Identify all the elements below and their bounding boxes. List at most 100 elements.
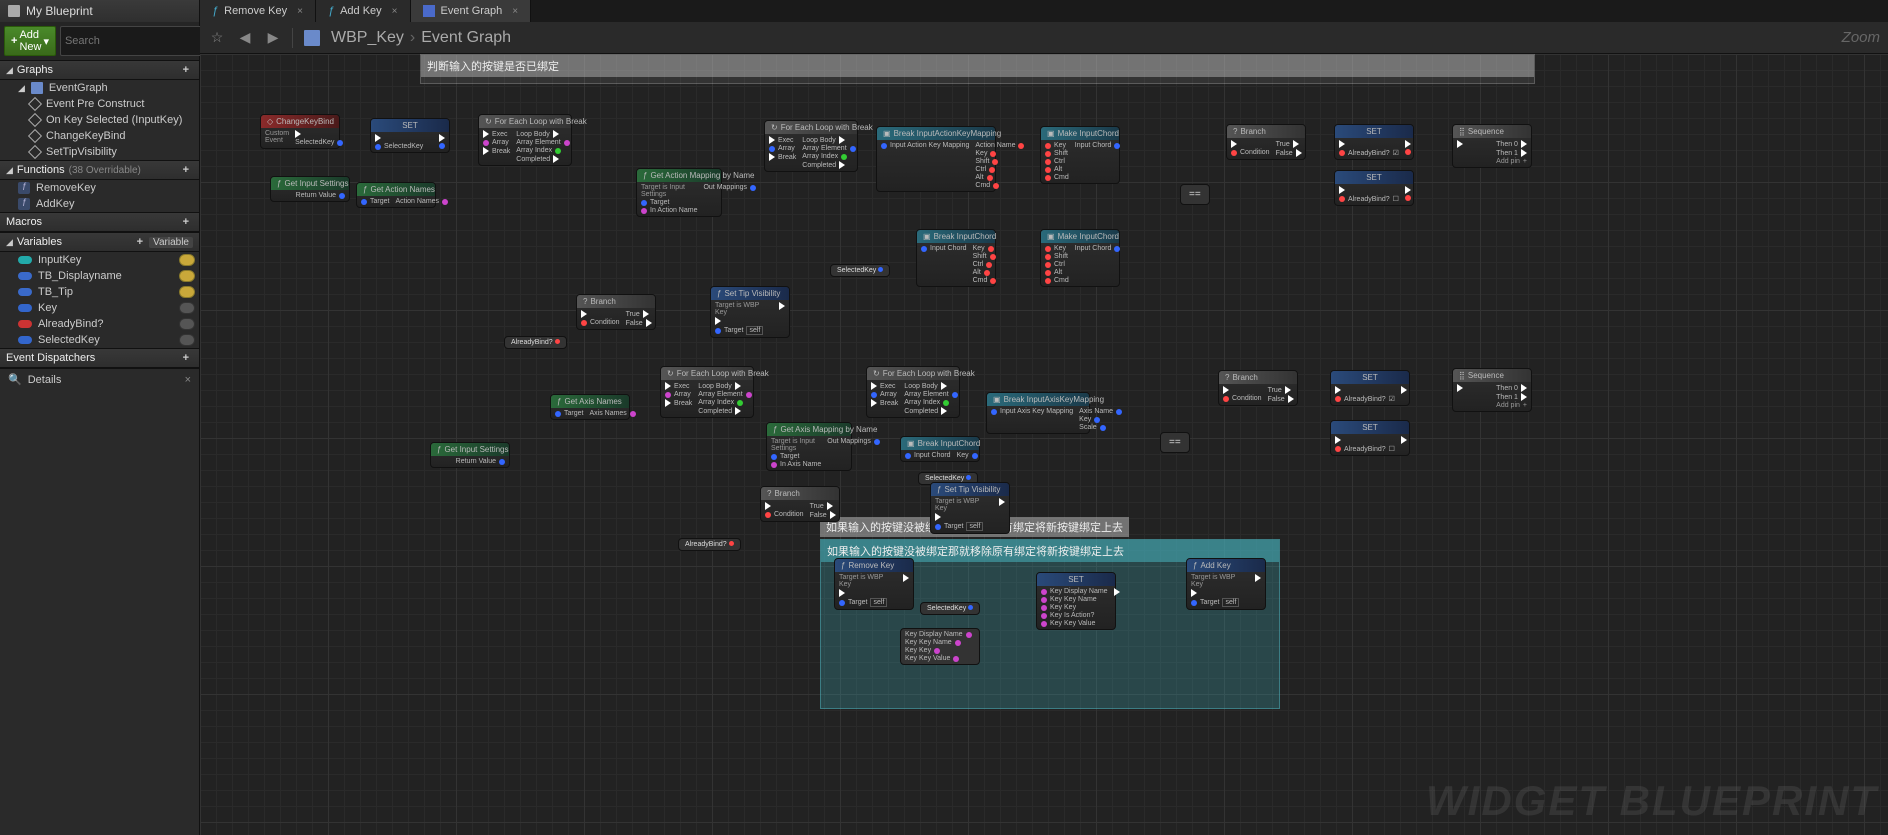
node-set-selectedkey[interactable]: SET SelectedKey xyxy=(370,118,450,153)
breadcrumb-parent[interactable]: WBP_Key xyxy=(331,29,404,47)
close-icon[interactable]: × xyxy=(297,6,303,17)
node-get-input-settings-2[interactable]: ƒGet Input Settings Return Value xyxy=(430,442,510,468)
add-new-row: + Add New ▾ 🔍 👁▾ xyxy=(0,22,199,60)
variables-section-header[interactable]: ◢Variables + Variable xyxy=(0,232,199,252)
node-set-alreadybind-2[interactable]: SET AlreadyBind?☐ xyxy=(1334,170,1414,206)
graph-event-label: Event Pre Construct xyxy=(46,98,144,110)
node-set-alreadybind-3[interactable]: SET AlreadyBind?☑ xyxy=(1330,370,1410,406)
dispatchers-section-header[interactable]: Event Dispatchers + xyxy=(0,348,199,368)
variable-item[interactable]: InputKey xyxy=(0,252,199,268)
add-new-button[interactable]: + Add New ▾ xyxy=(4,26,56,56)
node-branch-3[interactable]: ?Branch Condition TrueFalse xyxy=(760,486,840,522)
visibility-toggle-icon[interactable] xyxy=(179,318,195,330)
graphs-section-header[interactable]: ◢Graphs + xyxy=(0,60,199,80)
node-get-action-mapping[interactable]: ƒGet Action Mapping by Name Target is In… xyxy=(636,168,722,217)
add-variable-plus-button[interactable]: + xyxy=(133,236,147,248)
node-selectedkey-getter-3[interactable]: SelectedKey xyxy=(920,602,980,615)
graph-canvas[interactable]: 判断输入的按键是否已绑定 如果输入的按键没被绑定那就移除原有绑定将新按键绑定上去… xyxy=(200,54,1888,835)
graph-event-item[interactable]: Event Pre Construct xyxy=(0,96,199,112)
node-break-iaxkm[interactable]: ▣Break InputAxisKeyMapping Input Axis Ke… xyxy=(986,392,1090,434)
macros-section-header[interactable]: Macros + xyxy=(0,212,199,232)
functions-section-header[interactable]: ◢Functions (38 Overridable) + xyxy=(0,160,199,180)
function-item[interactable]: f RemoveKey xyxy=(0,180,199,196)
close-icon[interactable]: × xyxy=(185,374,191,386)
breadcrumb-current: Event Graph xyxy=(421,29,511,47)
node-alreadybind-getter-2[interactable]: AlreadyBind? xyxy=(678,538,741,551)
variable-item[interactable]: TB_Displayname xyxy=(0,268,199,284)
function-icon: f xyxy=(18,198,30,210)
visibility-toggle-icon[interactable] xyxy=(179,270,195,282)
node-equal-1[interactable]: == xyxy=(1180,184,1210,205)
visibility-toggle-icon[interactable] xyxy=(179,302,195,314)
node-make-inputchord-2[interactable]: ▣Make InputChord KeyShiftCtrlAltCmdInput… xyxy=(1040,229,1120,287)
node-sequence-2[interactable]: ⣿Sequence Then 0 Then 1 Add pin+ xyxy=(1452,368,1532,412)
comment-1-title[interactable]: 判断输入的按键是否已绑定 xyxy=(421,55,1534,77)
node-make-inputchord-1[interactable]: ▣Make InputChord KeyShiftCtrlAltCmd Inpu… xyxy=(1040,126,1120,184)
node-sequence-1[interactable]: ⣿Sequence Then 0 Then 1 Add pin+ xyxy=(1452,124,1532,168)
graph-tab[interactable]: ƒRemove Key × xyxy=(200,0,316,22)
node-foreach-4[interactable]: ↻For Each Loop with Break Exec Array Bre… xyxy=(866,366,960,418)
node-remove-key[interactable]: ƒRemove Key Target is WBP KeyTarget self xyxy=(834,558,914,610)
node-add-key[interactable]: ƒAdd Key Target is WBP KeyTarget self xyxy=(1186,558,1266,610)
add-macro-button[interactable]: + xyxy=(179,216,193,228)
event-icon xyxy=(28,113,42,127)
node-equal-2[interactable]: == xyxy=(1160,432,1190,453)
graph-tab[interactable]: Event Graph × xyxy=(411,0,532,22)
variable-item[interactable]: TB_Tip xyxy=(0,284,199,300)
node-get-action-names[interactable]: ƒGet Action Names Target Action Names xyxy=(356,182,436,208)
node-branch-1[interactable]: ?Branch Condition TrueFalse xyxy=(576,294,656,330)
collapse-icon: ◢ xyxy=(6,65,13,76)
visibility-toggle-icon[interactable] xyxy=(179,286,195,298)
favorite-icon[interactable]: ☆ xyxy=(208,29,226,47)
graph-tab[interactable]: ƒAdd Key × xyxy=(316,0,411,22)
node-alreadybind-getter-1[interactable]: AlreadyBind? xyxy=(504,336,567,349)
function-label: RemoveKey xyxy=(36,182,96,194)
node-settipvisibility-1[interactable]: ƒSet Tip Visibility Target is WBP KeyTar… xyxy=(710,286,790,338)
node-settipvisibility-2[interactable]: ƒSet Tip Visibility Target is WBP KeyTar… xyxy=(930,482,1010,534)
node-get-axis-mapping[interactable]: ƒGet Axis Mapping by Name Target is Inpu… xyxy=(766,422,852,471)
add-graph-button[interactable]: + xyxy=(179,64,193,76)
variable-label: AlreadyBind? xyxy=(38,318,103,330)
visibility-toggle-icon[interactable] xyxy=(179,334,195,346)
event-icon xyxy=(28,129,42,143)
graph-home-icon[interactable] xyxy=(303,29,321,47)
node-branch-2[interactable]: ?Branch Condition TrueFalse xyxy=(1226,124,1306,160)
add-variable-button[interactable]: Variable xyxy=(149,237,193,248)
visibility-toggle-icon[interactable] xyxy=(179,254,195,266)
graph-event-item[interactable]: SetTipVisibility xyxy=(0,144,199,160)
function-item[interactable]: f AddKey xyxy=(0,196,199,212)
node-set-big[interactable]: SET Key Display NameKey Key NameKey KeyK… xyxy=(1036,572,1116,630)
node-branch-4[interactable]: ?Branch Condition TrueFalse xyxy=(1218,370,1298,406)
node-foreach-2[interactable]: ↻For Each Loop with Break Exec Array Bre… xyxy=(764,120,858,172)
node-foreach-3[interactable]: ↻For Each Loop with Break Exec Array Bre… xyxy=(660,366,754,418)
node-key-pill[interactable]: Key Display NameKey Key NameKey KeyKey K… xyxy=(900,628,980,665)
add-function-button[interactable]: + xyxy=(179,164,193,176)
graph-event-item[interactable]: On Key Selected (InputKey) xyxy=(0,112,199,128)
search-input[interactable] xyxy=(65,35,207,47)
node-get-axis-names[interactable]: ƒGet Axis Names TargetAxis Names xyxy=(550,394,630,420)
nav-forward-icon[interactable]: ▶ xyxy=(264,29,282,47)
node-break-inputchord-1[interactable]: ▣Break InputChord Input Chord KeyShiftCt… xyxy=(916,229,996,287)
close-icon[interactable]: × xyxy=(392,6,398,17)
variable-item[interactable]: Key xyxy=(0,300,199,316)
panel-title-text: My Blueprint xyxy=(26,4,93,18)
node-changekeybind[interactable]: ◇ChangeKeyBind Custom Event SelectedKey xyxy=(260,114,340,149)
details-panel-tab[interactable]: 🔍 Details × xyxy=(0,368,199,390)
graph-event-item[interactable]: ChangeKeyBind xyxy=(0,128,199,144)
close-icon[interactable]: × xyxy=(512,6,518,17)
variable-item[interactable]: SelectedKey xyxy=(0,332,199,348)
node-set-alreadybind-1[interactable]: SET AlreadyBind?☑ xyxy=(1334,124,1414,160)
comment-box-1[interactable]: 判断输入的按键是否已绑定 xyxy=(420,54,1535,84)
variables-label: Variables xyxy=(17,236,62,248)
node-set-alreadybind-4[interactable]: SET AlreadyBind?☐ xyxy=(1330,420,1410,456)
variable-item[interactable]: AlreadyBind? xyxy=(0,316,199,332)
node-selectedkey-getter-1[interactable]: SelectedKey xyxy=(830,264,890,277)
node-get-input-settings-1[interactable]: ƒGet Input Settings Return Value xyxy=(270,176,350,202)
node-foreach-1[interactable]: ↻For Each Loop with Break Exec Array Bre… xyxy=(478,114,572,166)
node-break-inputchord-2[interactable]: ▣Break InputChord Input Chord Key xyxy=(900,436,980,462)
node-break-iakm[interactable]: ▣Break InputActionKeyMapping Input Actio… xyxy=(876,126,996,192)
variable-type-icon xyxy=(18,272,32,280)
add-dispatcher-button[interactable]: + xyxy=(179,352,193,364)
nav-back-icon[interactable]: ◀ xyxy=(236,29,254,47)
eventgraph-item[interactable]: ◢ EventGraph xyxy=(0,80,199,96)
